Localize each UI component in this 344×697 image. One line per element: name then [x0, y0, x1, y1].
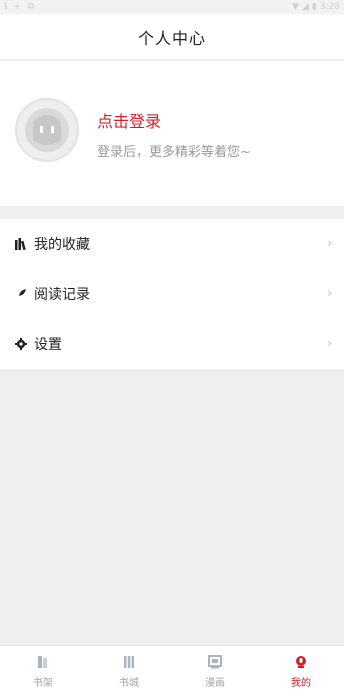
login-link[interactable]: 点击登录	[97, 108, 161, 132]
status-bar: ℹ + ⚙ ▼ ◢ ▮ 3:28	[0, 0, 344, 14]
signal-icon: ◢	[301, 2, 309, 12]
page-title: 个人中心	[137, 28, 206, 48]
avatar[interactable]	[15, 98, 79, 162]
header: 个人中心	[0, 14, 344, 60]
login-subtitle: 登录后，更多精彩等着您~	[97, 145, 251, 160]
gear-icon	[14, 337, 28, 351]
status-right: ▼ ◢ ▮ 3:28	[292, 2, 340, 12]
profile-icon	[294, 654, 308, 670]
menu-item-history[interactable]: 阅读记录 ›	[0, 269, 344, 319]
feather-icon	[14, 287, 28, 301]
menu-item-label: 设置	[34, 337, 62, 353]
chevron-right-icon: ›	[327, 336, 332, 350]
tab-profile[interactable]: 我的	[258, 646, 344, 697]
menu-item-label: 阅读记录	[34, 287, 90, 303]
tab-comic[interactable]: 漫画	[172, 646, 258, 697]
comic-icon	[208, 654, 222, 670]
status-left-icons: ℹ + ⚙	[4, 2, 35, 12]
menu-item-label: 我的收藏	[34, 237, 90, 253]
tab-label: 书城	[119, 678, 139, 689]
tab-label: 我的	[291, 678, 311, 689]
battery-icon: ▮	[311, 2, 317, 12]
info-icon: ℹ	[4, 2, 8, 12]
menu-list: 我的收藏 › 阅读记录 › 设置 ›	[0, 219, 344, 369]
profile-card[interactable]: 点击登录 登录后，更多精彩等着您~	[0, 61, 344, 206]
chevron-right-icon: ›	[327, 286, 332, 300]
tab-label: 漫画	[205, 678, 225, 689]
status-time: 3:28	[319, 2, 340, 12]
bookshelf-icon	[36, 654, 50, 670]
wifi-icon: ▼	[291, 2, 299, 12]
tab-label: 书架	[33, 678, 53, 689]
plus-icon: +	[13, 2, 21, 12]
chevron-right-icon: ›	[327, 236, 332, 250]
tab-bookstore[interactable]: 书城	[86, 646, 172, 697]
settings-icon: ⚙	[26, 2, 36, 12]
tab-bookshelf[interactable]: 书架	[0, 646, 86, 697]
bottom-tab-bar: 书架 书城 漫画 我的	[0, 645, 344, 697]
default-avatar-icon	[25, 108, 69, 152]
bookstore-icon	[122, 654, 136, 670]
menu-item-settings[interactable]: 设置 ›	[0, 319, 344, 369]
menu-item-favorites[interactable]: 我的收藏 ›	[0, 219, 344, 269]
books-icon	[14, 237, 28, 251]
